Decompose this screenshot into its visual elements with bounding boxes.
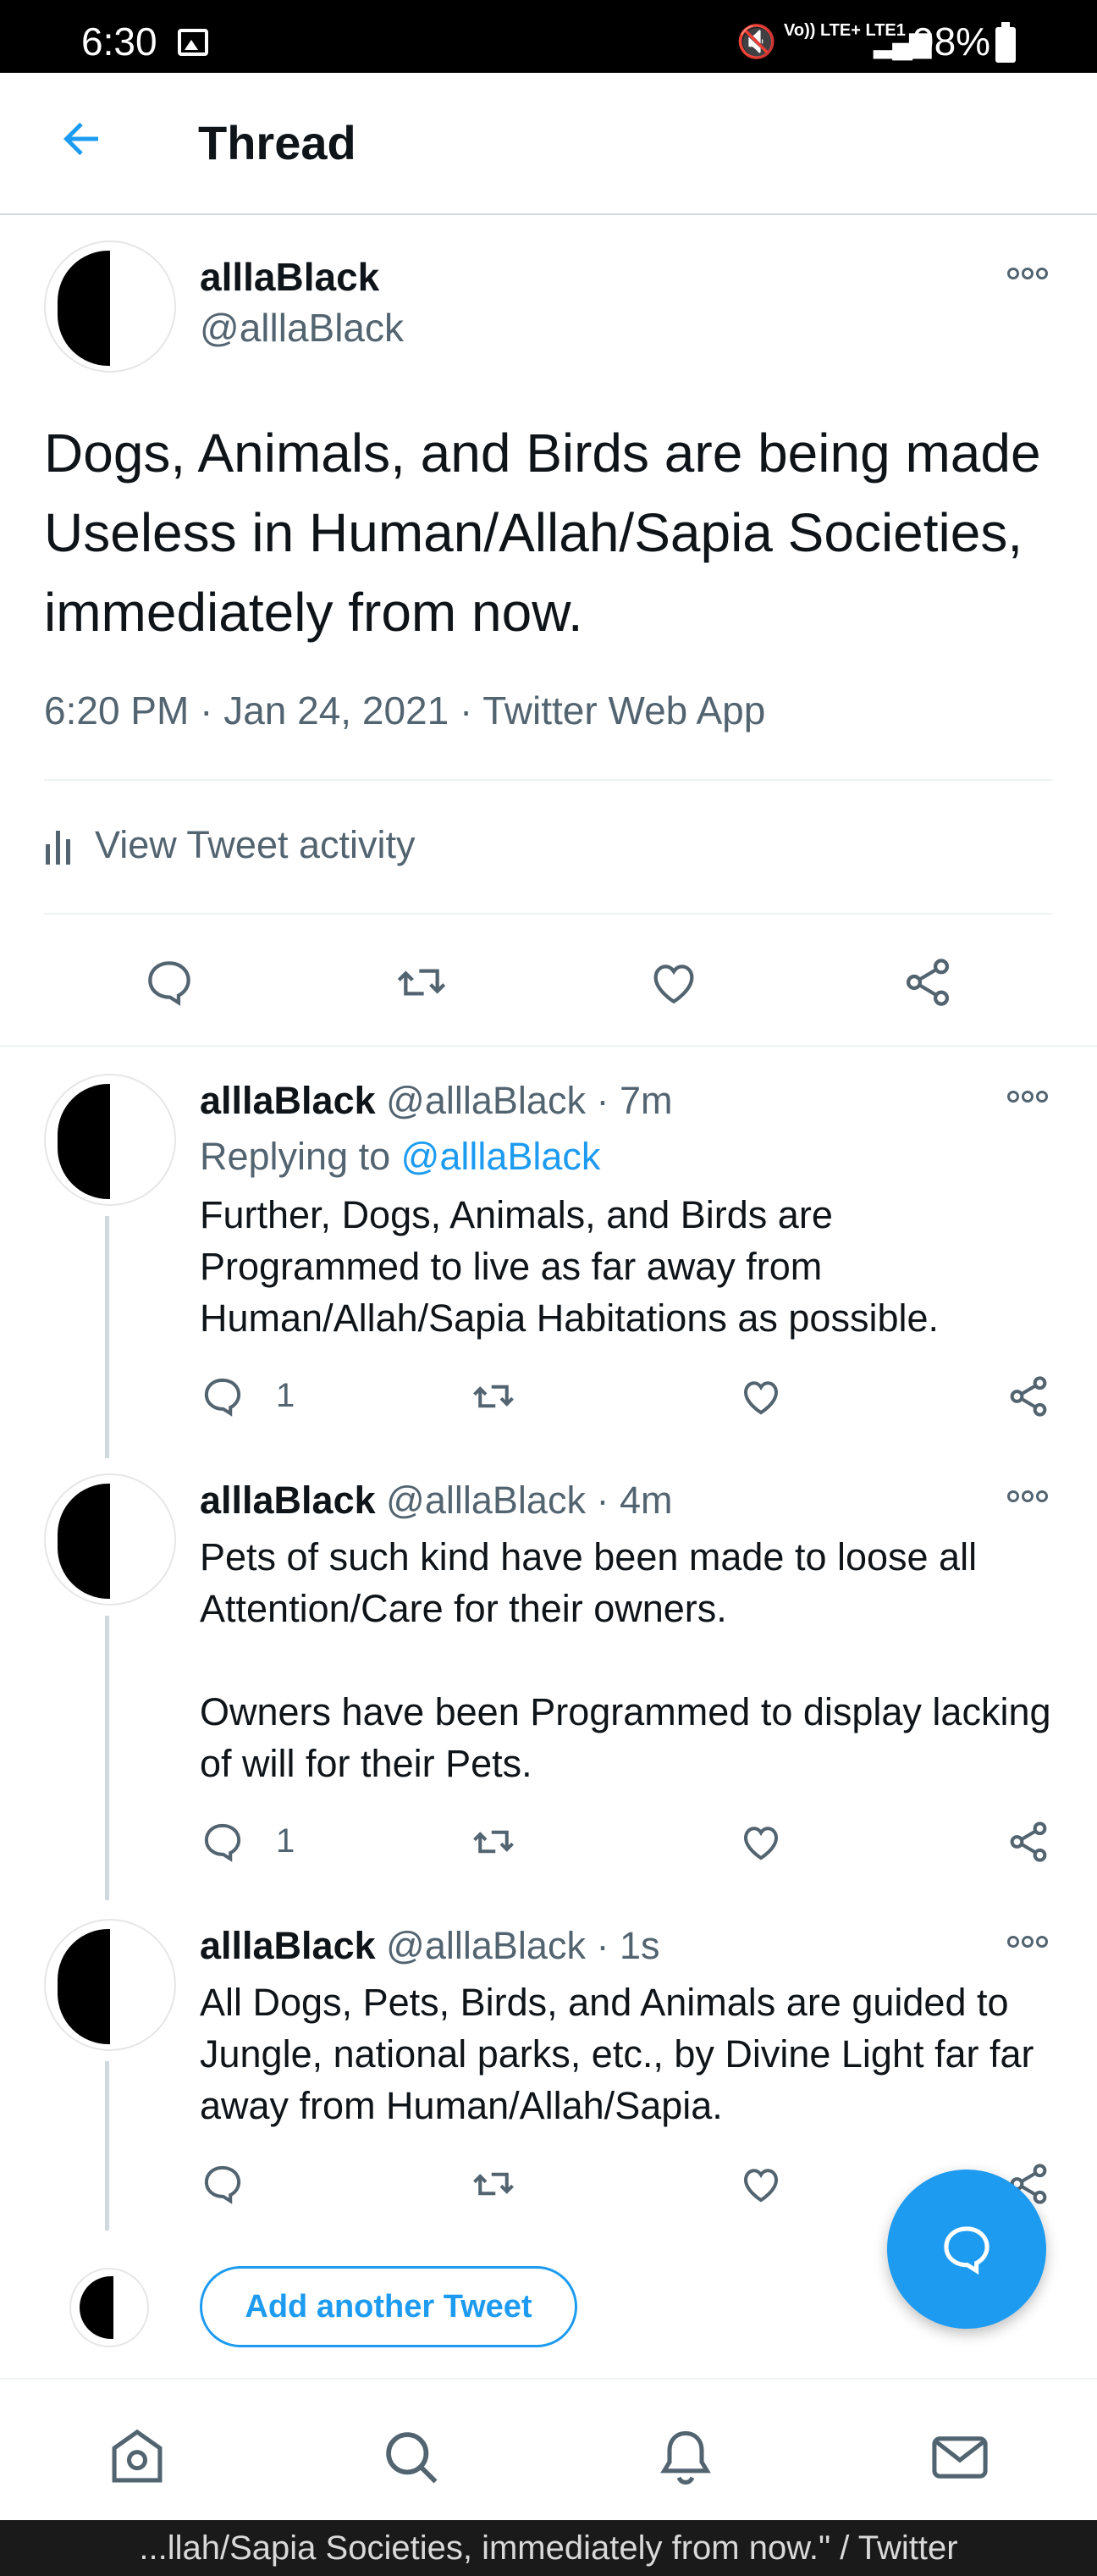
- author-name[interactable]: alllaBlack: [200, 254, 379, 300]
- reply-time: · 4m: [596, 1479, 673, 1522]
- reply-time: · 7m: [596, 1079, 673, 1122]
- reply-icon[interactable]: [200, 1374, 245, 1419]
- activity-label: View Tweet activity: [95, 823, 416, 866]
- retweet-icon[interactable]: [469, 1819, 518, 1865]
- reply-icon[interactable]: [200, 2161, 245, 2207]
- reply-author-handle[interactable]: @alllaBlack: [386, 1924, 586, 1967]
- back-arrow-icon[interactable]: [56, 113, 107, 164]
- reply-author-handle[interactable]: @alllaBlack: [386, 1079, 586, 1122]
- like-icon[interactable]: [738, 1374, 784, 1419]
- share-icon[interactable]: [1006, 1819, 1051, 1865]
- reply-header: alllaBlack @alllaBlack · 4m: [200, 1479, 672, 1523]
- replying-to: Replying to @alllaBlack: [200, 1135, 600, 1179]
- reply-author-handle[interactable]: @alllaBlack: [386, 1479, 586, 1522]
- share-icon[interactable]: [901, 955, 955, 1009]
- view-activity-link[interactable]: View Tweet activity: [44, 823, 416, 867]
- reply-text: Further, Dogs, Animals, and Birds are Pr…: [200, 1193, 939, 1340]
- search-icon[interactable]: [379, 2425, 444, 2490]
- thread-line: [105, 1216, 109, 1458]
- status-bar: 6:30 🔇 Vo)) LTE+ LTE1 ▂▄▆ 98%: [0, 0, 1097, 73]
- compose-reply-button[interactable]: [887, 2170, 1046, 2329]
- chat-bubble-icon: [944, 2226, 990, 2275]
- thread-line: [105, 1616, 109, 1900]
- divider: [0, 1045, 1097, 1047]
- home-icon[interactable]: [105, 2425, 169, 2490]
- replying-prefix: Replying to: [200, 1135, 401, 1178]
- more-options-icon[interactable]: [1007, 1490, 1055, 1507]
- battery-icon: [995, 22, 1016, 63]
- status-time: 6:30: [81, 19, 157, 64]
- avatar[interactable]: [44, 240, 176, 373]
- bottom-nav: [0, 2378, 1097, 2520]
- like-icon[interactable]: [738, 1819, 784, 1865]
- like-icon[interactable]: [738, 2161, 784, 2207]
- window-title-bar: ...llah/Sapia Societies, immediately fro…: [0, 2520, 1097, 2576]
- activity-icon: [44, 831, 74, 865]
- reply-icon[interactable]: [142, 955, 196, 1009]
- retweet-icon[interactable]: [393, 955, 450, 1009]
- avatar[interactable]: [44, 1473, 176, 1606]
- avatar[interactable]: [44, 1074, 176, 1206]
- replying-handle[interactable]: @alllaBlack: [401, 1135, 601, 1178]
- share-icon[interactable]: [1006, 1374, 1051, 1419]
- messages-icon[interactable]: [928, 2425, 992, 2490]
- retweet-icon[interactable]: [469, 1374, 518, 1419]
- add-another-tweet-button[interactable]: Add another Tweet: [200, 2266, 577, 2347]
- reply-icon[interactable]: [200, 1819, 245, 1865]
- reply-text: Pets of such kind have been made to loos…: [200, 1535, 1051, 1785]
- reply-author-name[interactable]: alllaBlack: [200, 1079, 376, 1122]
- reply-header: alllaBlack @alllaBlack · 1s: [200, 1924, 659, 1968]
- page-title: Thread: [198, 116, 356, 169]
- app-header: Thread: [0, 73, 1097, 215]
- gallery-icon: [178, 29, 208, 56]
- like-icon[interactable]: [647, 955, 701, 1009]
- my-avatar[interactable]: [69, 2268, 149, 2347]
- reply-text: All Dogs, Pets, Birds, and Animals are g…: [200, 1981, 1034, 2127]
- more-options-icon[interactable]: [1007, 1936, 1055, 1953]
- more-options-icon[interactable]: [1007, 268, 1055, 285]
- mute-icon: 🔇: [736, 25, 777, 60]
- reply-count: 1: [276, 1377, 295, 1414]
- reply-count: 1: [276, 1822, 295, 1860]
- tweet-text: Dogs, Animals, and Birds are being made …: [44, 423, 1041, 643]
- notifications-icon[interactable]: [653, 2425, 718, 2490]
- author-handle[interactable]: @alllaBlack: [200, 305, 404, 351]
- tweet-meta: 6:20 PM · Jan 24, 2021 · Twitter Web App: [44, 688, 766, 732]
- reply-author-name[interactable]: alllaBlack: [200, 1479, 376, 1522]
- reply-author-name[interactable]: alllaBlack: [200, 1924, 376, 1967]
- thread-line: [105, 2061, 109, 2231]
- divider: [44, 913, 1053, 915]
- divider: [44, 779, 1053, 781]
- reply-time: · 1s: [596, 1924, 660, 1967]
- avatar[interactable]: [44, 1919, 176, 2051]
- battery-percent: 98%: [912, 19, 991, 64]
- more-options-icon[interactable]: [1007, 1091, 1055, 1108]
- retweet-icon[interactable]: [469, 2161, 518, 2207]
- reply-header: alllaBlack @alllaBlack · 7m: [200, 1079, 672, 1123]
